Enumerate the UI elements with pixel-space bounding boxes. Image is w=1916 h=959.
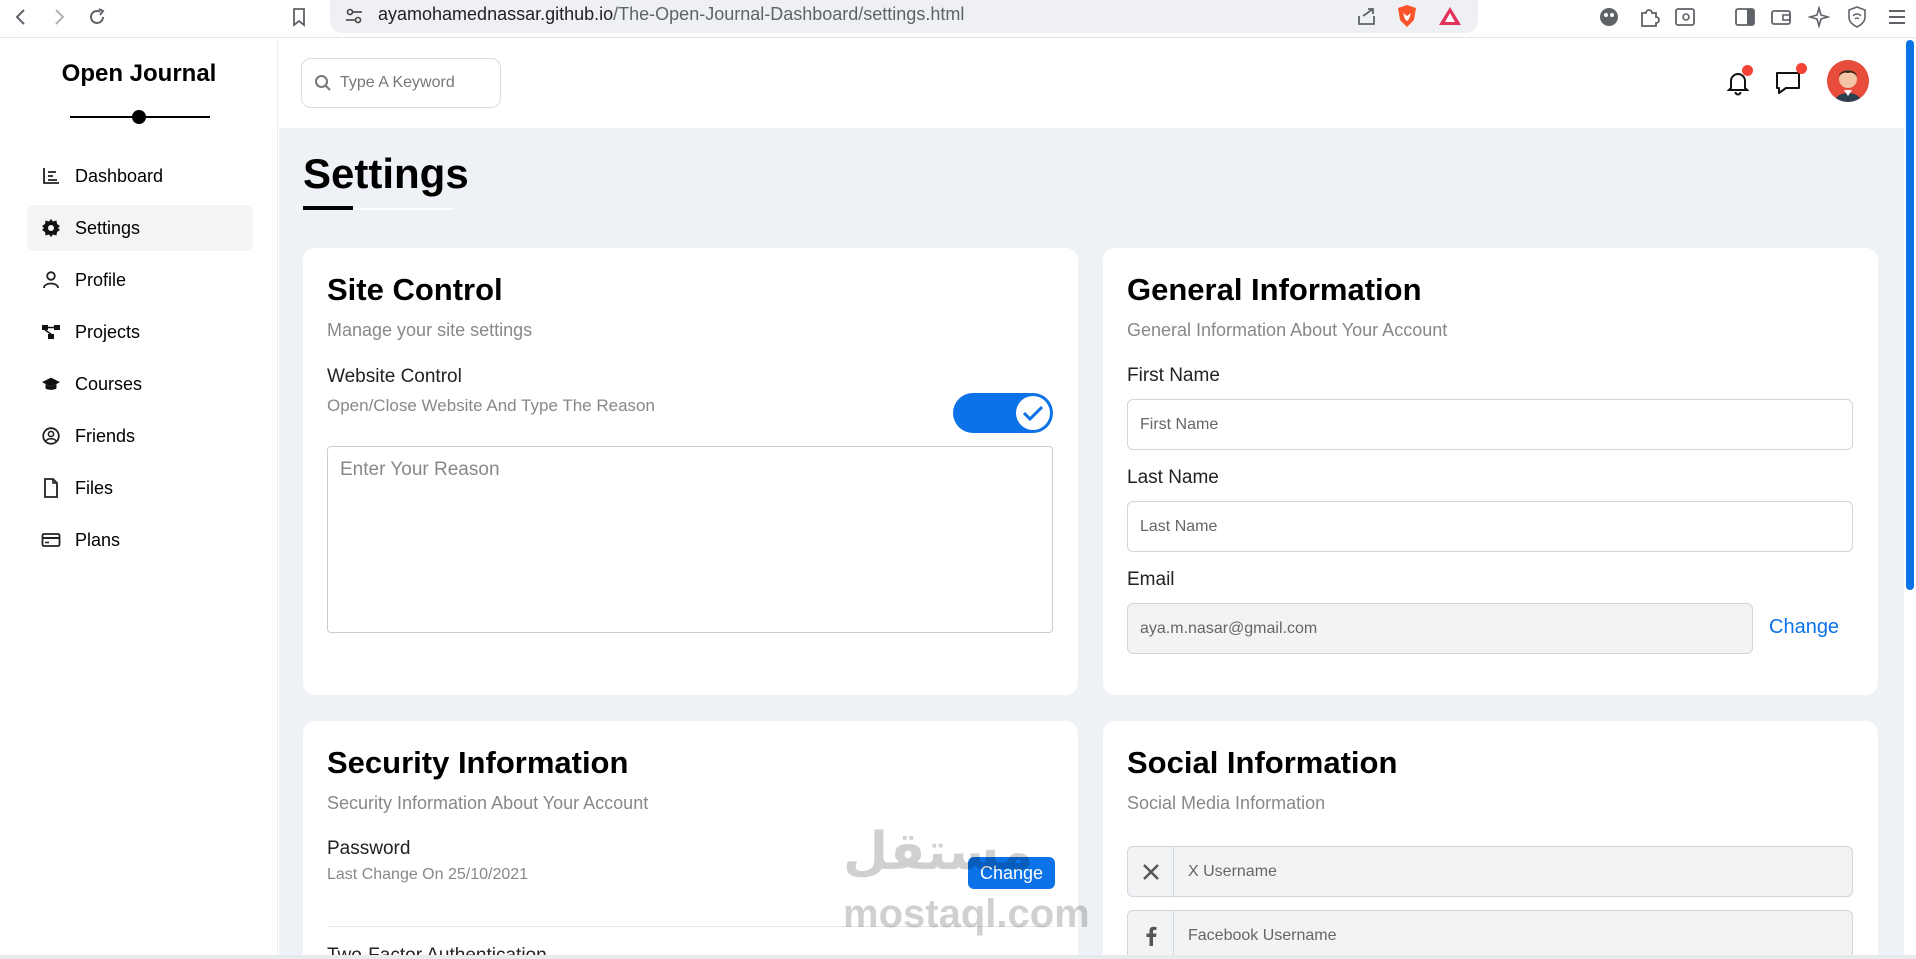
x-username-group: [1127, 846, 1853, 897]
x-username-input[interactable]: [1174, 862, 1814, 881]
search-input[interactable]: [340, 74, 490, 92]
website-toggle[interactable]: [953, 393, 1053, 433]
sidebar-item-label: Settings: [75, 217, 141, 238]
card-subtitle: General Information About Your Account: [1127, 320, 1448, 340]
avatar[interactable]: [1827, 60, 1869, 102]
first-name-label: First Name: [1127, 365, 1220, 386]
last-name-label: Last Name: [1127, 467, 1219, 488]
extensions-icon[interactable]: [1636, 4, 1662, 30]
browser-toolbar: ayamohamednassar.github.io/The-Open-Jour…: [0, 0, 1916, 38]
file-icon: [41, 478, 61, 498]
bell-icon[interactable]: [1723, 65, 1753, 98]
card-subtitle: Manage your site settings: [327, 320, 533, 340]
website-control-hint: Open/Close Website And Type The Reason: [327, 396, 655, 415]
card-subtitle: Security Information About Your Account: [327, 793, 649, 813]
title-underline: [303, 206, 353, 210]
first-name-field[interactable]: [1127, 399, 1853, 450]
chart-icon: [41, 166, 61, 186]
user-circle-icon: [41, 426, 61, 446]
search-icon: [314, 74, 332, 92]
ai-sparkle-icon[interactable]: [1806, 4, 1832, 30]
logo: Open Journal: [61, 60, 217, 87]
last-name-field[interactable]: [1127, 501, 1853, 552]
email-label: Email: [1127, 569, 1175, 590]
logo-dot: [132, 110, 146, 124]
share-icon[interactable]: [1356, 6, 1378, 26]
diagram-icon: [41, 322, 61, 342]
password-hint: Last Change On 25/10/2021: [327, 866, 529, 883]
password-label: Password: [327, 838, 411, 859]
top-bar: [279, 38, 1904, 128]
wallet-icon[interactable]: [1768, 4, 1794, 30]
sidebar-item-label: Files: [75, 477, 114, 498]
sidebar-item-dashboard[interactable]: Dashboard: [27, 153, 253, 199]
sidebar-item-profile[interactable]: Profile: [27, 257, 253, 303]
email-field: [1127, 603, 1753, 654]
user-icon: [41, 270, 61, 290]
facebook-username-group: [1127, 910, 1853, 959]
sidebar-item-friends[interactable]: Friends: [27, 413, 253, 459]
general-info-card: General Information General Information …: [1103, 248, 1878, 695]
facebook-icon: [1128, 911, 1174, 959]
sidebar: Open Journal Dashboard Settings Profile …: [0, 38, 278, 959]
site-control-card: Site Control Manage your site settings W…: [303, 248, 1078, 695]
menu-icon[interactable]: [1884, 4, 1910, 30]
card-title: Security Information: [327, 745, 629, 780]
graduation-cap-icon: [41, 374, 61, 394]
url-text[interactable]: ayamohamednassar.github.io/The-Open-Jour…: [378, 4, 964, 25]
leo-icon[interactable]: [1596, 4, 1622, 30]
url-path: /The-Open-Journal-Dashboard/settings.htm…: [613, 4, 965, 24]
credit-card-icon: [41, 530, 61, 550]
vpn-icon[interactable]: [1844, 4, 1870, 30]
sidebar-item-label: Projects: [75, 321, 141, 342]
rewards-icon[interactable]: [1438, 6, 1462, 26]
bottom-edge: [0, 955, 1916, 959]
sidebar-item-settings[interactable]: Settings: [27, 205, 253, 251]
back-icon[interactable]: [8, 4, 34, 30]
message-badge: [1796, 63, 1807, 74]
main-content: Settings Site Control Manage your site s…: [279, 128, 1904, 959]
card-title: General Information: [1127, 272, 1422, 307]
notification-badge: [1742, 65, 1753, 76]
card-subtitle: Social Media Information: [1127, 793, 1326, 813]
sidebar-item-courses[interactable]: Courses: [27, 361, 253, 407]
divider: [327, 926, 1053, 927]
forward-icon[interactable]: [46, 4, 72, 30]
address-bar[interactable]: ayamohamednassar.github.io/The-Open-Jour…: [330, 0, 1478, 33]
reason-textarea[interactable]: [327, 446, 1053, 633]
sidebar-item-files[interactable]: Files: [27, 465, 253, 511]
website-control-label: Website Control: [327, 366, 462, 387]
change-email-button[interactable]: Change: [1769, 616, 1839, 639]
check-icon: [1022, 405, 1044, 422]
sidebar-item-projects[interactable]: Projects: [27, 309, 253, 355]
site-settings-icon[interactable]: [344, 7, 364, 25]
sidebar-item-label: Profile: [75, 269, 127, 290]
sidebar-item-label: Courses: [75, 373, 143, 394]
url-host: ayamohamednassar.github.io: [378, 4, 614, 24]
sidebar-item-plans[interactable]: Plans: [27, 517, 253, 563]
chat-icon[interactable]: [1773, 63, 1807, 98]
scrollbar-thumb[interactable]: [1906, 40, 1914, 590]
sidebar-item-label: Friends: [75, 425, 136, 446]
bookmark-icon[interactable]: [286, 4, 312, 30]
sidebar-item-label: Plans: [75, 529, 121, 550]
card-title: Site Control: [327, 272, 503, 307]
sidebar-item-label: Dashboard: [75, 165, 164, 186]
x-icon: [1128, 847, 1174, 896]
page-title: Settings: [303, 150, 469, 197]
gear-icon: [41, 218, 61, 238]
card-title: Social Information: [1127, 745, 1398, 780]
search-box: [301, 58, 501, 108]
toggle-knob: [1016, 396, 1050, 430]
change-password-button[interactable]: Change: [968, 857, 1055, 889]
facebook-username-input[interactable]: [1174, 926, 1814, 945]
brave-shield-icon[interactable]: [1396, 4, 1418, 28]
reload-icon[interactable]: [84, 4, 110, 30]
social-info-card: Social Information Social Media Informat…: [1103, 721, 1878, 959]
reader-icon[interactable]: [1672, 4, 1698, 30]
sidebar-toggle-icon[interactable]: [1732, 4, 1758, 30]
security-info-card: Security Information Security Informatio…: [303, 721, 1078, 959]
